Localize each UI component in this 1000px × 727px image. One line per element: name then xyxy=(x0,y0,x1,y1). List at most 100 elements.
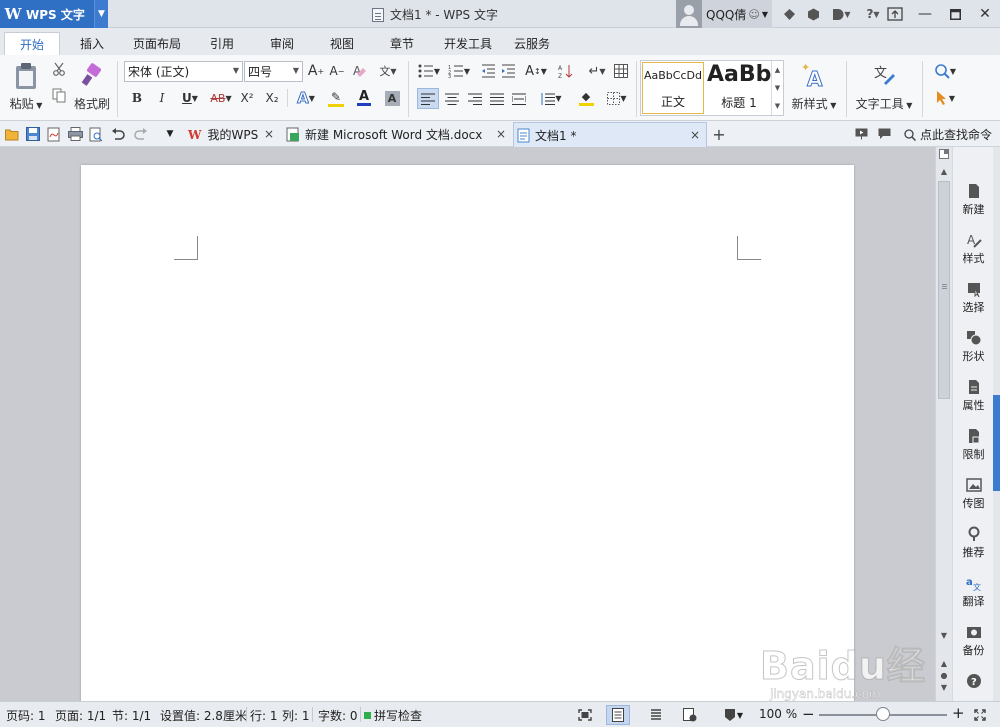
status-word-count[interactable]: 字数: 0 xyxy=(318,707,358,724)
task-pane-properties[interactable]: 属性 xyxy=(953,379,994,413)
user-name-area[interactable]: QQQ倩 ☺ ▼ xyxy=(702,0,772,28)
share-icon[interactable]: ▼ xyxy=(830,7,852,21)
superscript-button[interactable]: X² xyxy=(237,88,257,108)
zoom-out-button[interactable]: − xyxy=(802,705,815,723)
task-pane-shapes[interactable]: 形状 xyxy=(953,330,994,364)
chevron-down-icon[interactable]: ▼ xyxy=(775,84,780,92)
copy-icon[interactable] xyxy=(50,86,68,104)
character-scale-icon[interactable]: A ↕ ▼ xyxy=(522,62,550,80)
doc-tab-new-word-doc[interactable]: 新建 Microsoft Word 文档.docx × xyxy=(284,122,512,147)
previous-page-icon[interactable]: ▲ xyxy=(936,659,952,668)
tab-chapter[interactable]: 章节 xyxy=(376,32,428,55)
select-browse-object-icon[interactable]: ● xyxy=(936,671,952,680)
task-pane-translate[interactable]: a文 翻译 xyxy=(953,575,994,609)
styles-scroll[interactable]: ▲ ▼ ▼ xyxy=(771,61,783,115)
grow-font-icon[interactable]: A + xyxy=(307,62,325,80)
status-setting-value[interactable]: 设置值: 2.8厘米 xyxy=(160,707,247,724)
clear-format-icon[interactable]: A xyxy=(351,62,369,80)
avatar[interactable] xyxy=(676,0,702,28)
doc-tab-my-wps[interactable]: W 我的WPS × xyxy=(184,122,280,147)
find-replace-button[interactable]: ▼ xyxy=(928,62,962,80)
tab-insert[interactable]: 插入 xyxy=(66,32,118,55)
tab-cloud[interactable]: 云服务 xyxy=(506,32,558,55)
align-right-button[interactable] xyxy=(465,88,485,109)
scroll-down-arrow[interactable]: ▼ xyxy=(936,631,952,640)
new-style-button[interactable]: A ✦ 新样式 ▼ xyxy=(790,59,838,115)
task-pane-help[interactable]: ? xyxy=(953,673,994,691)
task-pane-style[interactable]: A 样式 xyxy=(953,232,994,266)
maximize-button[interactable] xyxy=(940,0,970,28)
tab-page-layout[interactable]: 页面布局 xyxy=(124,32,190,55)
more-styles-icon[interactable]: ▼ xyxy=(775,102,780,110)
task-pane-new[interactable]: 新建 xyxy=(953,183,994,217)
task-pane-expand-tab[interactable] xyxy=(993,395,1000,491)
text-tools-button[interactable]: 文 文字工具 ▼ xyxy=(852,59,916,115)
style-heading-1[interactable]: AaBb 标题 1 xyxy=(707,62,771,114)
table-icon[interactable] xyxy=(612,62,630,80)
command-search[interactable]: 点此查找命令 xyxy=(904,126,992,143)
task-pane-toggle-icon[interactable] xyxy=(936,149,952,159)
status-section[interactable]: 节: 1/1 xyxy=(112,707,151,724)
document-page[interactable] xyxy=(81,165,854,705)
presentation-icon[interactable] xyxy=(853,126,869,142)
justify-button[interactable] xyxy=(487,88,507,109)
status-row[interactable]: 行: 1 xyxy=(250,707,278,724)
distribute-button[interactable] xyxy=(509,88,529,109)
bullet-list-button[interactable]: ▼ xyxy=(415,62,443,80)
align-center-button[interactable] xyxy=(442,88,462,109)
style-normal[interactable]: AaBbCcDd 正文 xyxy=(642,62,704,114)
format-painter-button[interactable]: 格式刷 xyxy=(72,59,112,115)
italic-button[interactable]: I xyxy=(153,88,171,108)
tab-references[interactable]: 引用 xyxy=(196,32,248,55)
chevron-up-icon[interactable]: ▲ xyxy=(775,66,780,74)
customize-toolbar-icon[interactable]: ▼ xyxy=(162,126,178,142)
status-pages[interactable]: 页面: 1/1 xyxy=(55,707,106,724)
page-view-button[interactable] xyxy=(606,705,630,725)
upload-icon[interactable] xyxy=(880,0,910,28)
app-menu-dropdown-icon[interactable]: ▼ xyxy=(94,0,108,28)
minimize-button[interactable]: — xyxy=(910,0,940,28)
redo-icon[interactable] xyxy=(133,126,149,142)
strikethrough-button[interactable]: AB ▼ xyxy=(206,88,236,108)
scroll-up-arrow[interactable]: ▲ xyxy=(936,167,952,176)
undo-icon[interactable] xyxy=(110,126,126,142)
task-pane-handle[interactable] xyxy=(993,147,1000,701)
web-view-button[interactable] xyxy=(678,705,702,725)
paste-button[interactable]: 粘贴 ▼ xyxy=(8,59,44,115)
print-preview-icon[interactable] xyxy=(88,126,104,142)
user-account[interactable]: QQQ倩 ☺ ▼ xyxy=(676,0,772,28)
tab-home[interactable]: 开始 xyxy=(4,32,60,55)
outline-view-button[interactable] xyxy=(644,705,668,725)
reading-mode-button[interactable]: ▼ xyxy=(718,705,748,725)
tab-view[interactable]: 视图 xyxy=(316,32,368,55)
tab-review[interactable]: 审阅 xyxy=(256,32,308,55)
shrink-font-icon[interactable]: A − xyxy=(328,62,346,80)
subscript-button[interactable]: X₂ xyxy=(262,88,282,108)
status-page-number[interactable]: 页码: 1 xyxy=(6,707,46,724)
close-icon[interactable]: × xyxy=(264,127,274,141)
line-spacing-button[interactable]: ▼ xyxy=(537,88,565,109)
show-marks-icon[interactable]: ↵ ▼ xyxy=(583,62,611,80)
numbered-list-button[interactable]: 1 2 3 ▼ xyxy=(445,62,473,80)
task-pane-select[interactable]: 选择 xyxy=(953,281,994,315)
scrollbar-thumb[interactable] xyxy=(938,181,950,399)
close-icon[interactable]: × xyxy=(496,127,506,141)
open-folder-icon[interactable] xyxy=(4,126,20,142)
shading-button[interactable]: ◆ xyxy=(571,88,601,109)
borders-button[interactable]: ▼ xyxy=(603,88,631,109)
select-button[interactable]: ▼ xyxy=(928,89,962,107)
zoom-in-button[interactable]: + xyxy=(952,704,965,722)
increase-indent-icon[interactable] xyxy=(499,62,517,80)
tab-developer[interactable]: 开发工具 xyxy=(436,32,500,55)
next-page-icon[interactable]: ▼ xyxy=(936,683,952,692)
align-left-button[interactable] xyxy=(417,88,439,109)
font-color-button[interactable]: A xyxy=(350,88,378,108)
save-icon[interactable] xyxy=(25,126,41,142)
close-icon[interactable]: × xyxy=(690,128,700,142)
status-column[interactable]: 列: 1 xyxy=(282,707,310,724)
bold-button[interactable]: B xyxy=(128,88,146,108)
fullscreen-view-button[interactable] xyxy=(573,705,597,725)
new-tab-icon[interactable]: + xyxy=(711,125,727,144)
fit-window-icon[interactable] xyxy=(968,705,992,725)
task-pane-restrict[interactable]: 限制 xyxy=(953,428,994,462)
